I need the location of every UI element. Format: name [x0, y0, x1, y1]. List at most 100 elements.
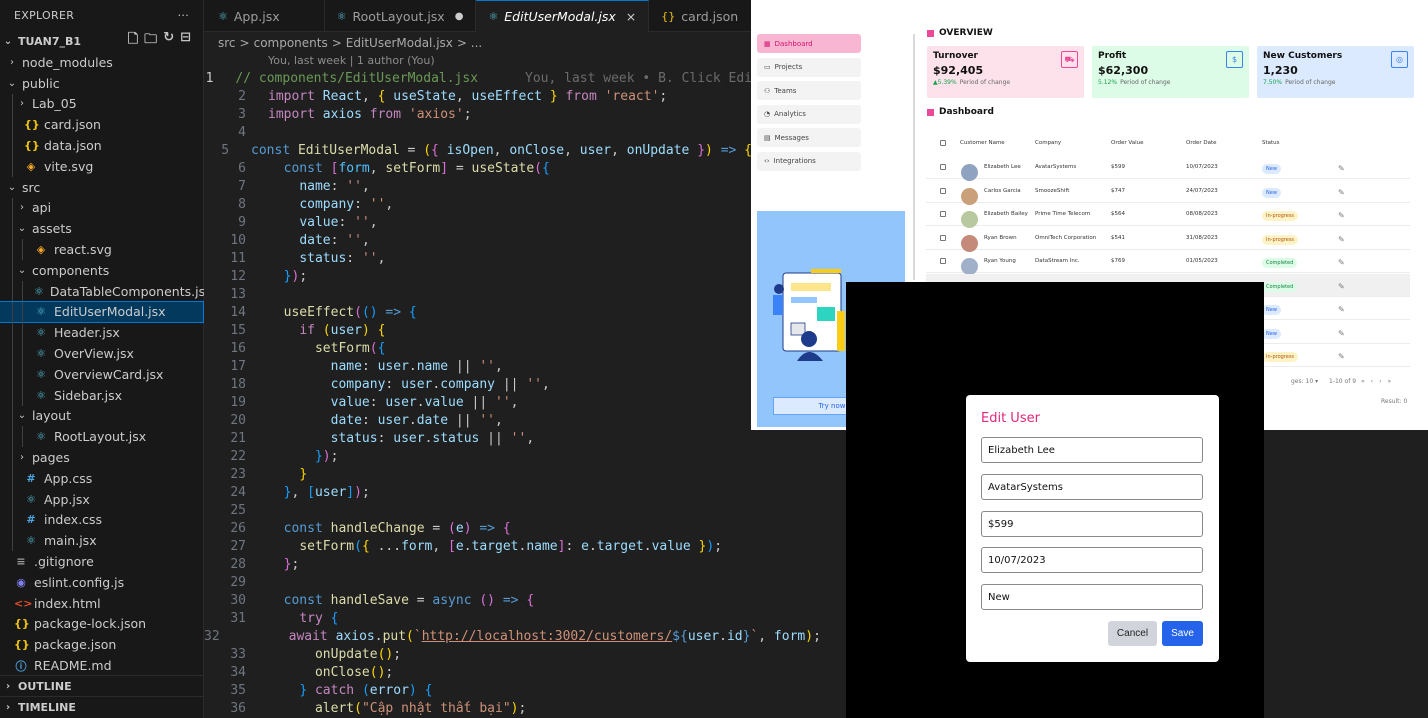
project-folder[interactable]: ⌄ TUAN7_B1 🗋 🗀 ↻ ⊟ — [0, 30, 203, 52]
tree-item[interactable]: › node_modules — [0, 52, 203, 73]
user-icon[interactable]: ◎ — [1391, 51, 1408, 68]
date-input[interactable]: 10/07/2023 — [981, 547, 1203, 573]
edit-pencil-icon[interactable]: ✎ — [1338, 235, 1345, 244]
tree-item[interactable]: ⚛ RootLayout.jsx — [0, 426, 203, 448]
new-folder-icon[interactable]: 🗀 — [144, 30, 157, 52]
breadcrumb-item[interactable]: EditUserModal.jsx — [346, 36, 453, 50]
tree-item[interactable]: ⓘ README.md — [0, 655, 203, 676]
select-all-checkbox[interactable] — [940, 140, 946, 146]
tree-item[interactable]: ⚛ OverView.jsx — [0, 343, 203, 364]
table-row[interactable]: Elizabeth Lee AvatarSystems $599 10/07/2023… — [926, 156, 1410, 181]
edit-pencil-icon[interactable]: ✎ — [1338, 188, 1345, 197]
dollar-icon[interactable]: $ — [1226, 51, 1243, 68]
rows-per-page[interactable]: ges: 10 ▾ — [1291, 378, 1318, 385]
cancel-button[interactable]: Cancel — [1108, 621, 1157, 646]
result-count: Result: 0 — [1381, 398, 1408, 405]
codelens-blame[interactable]: You, last week | 1 author (You) — [204, 54, 752, 70]
editor-tab[interactable]: ⚛ RootLayout.jsx ● — [325, 0, 477, 32]
code-area[interactable]: 1// components/EditUserModal.jsx You, la… — [204, 70, 821, 718]
more-actions-icon[interactable]: ··· — [178, 9, 189, 22]
value-input[interactable]: $599 — [981, 511, 1203, 537]
tree-item[interactable]: ⌄ src — [0, 177, 203, 198]
table-row[interactable]: Elizabeth Bailey Prime Time Telecom $564 08… — [926, 203, 1410, 228]
breadcrumb-item[interactable]: components — [254, 36, 328, 50]
status-input[interactable]: New — [981, 584, 1203, 610]
edit-pencil-icon[interactable]: ✎ — [1338, 211, 1345, 220]
pagination-arrows-icon[interactable]: «‹›» — [1361, 378, 1397, 385]
edit-pencil-icon[interactable]: ✎ — [1338, 329, 1345, 338]
tree-item[interactable]: › Lab_05 — [0, 93, 203, 115]
tree-item[interactable]: ⚛ App.jsx — [0, 488, 203, 510]
editor-tabs: ⚛ App.jsx ⚛ RootLayout.jsx ● ⚛ EditUserModal.j… — [204, 0, 784, 32]
tree-item[interactable]: ◉ eslint.config.js — [0, 572, 203, 593]
row-checkbox[interactable] — [940, 234, 946, 241]
react-file-icon: ⚛ — [36, 367, 46, 381]
refresh-icon[interactable]: ↻ — [163, 30, 174, 52]
table-row[interactable]: Ryan Young DataStream Inc. $769 01/05/2023 C… — [926, 250, 1410, 275]
tree-item[interactable]: ⌄ assets — [0, 218, 203, 240]
col-company[interactable]: Company — [1035, 140, 1061, 146]
tree-item[interactable]: › pages — [0, 447, 203, 468]
col-order-date[interactable]: Order Date — [1186, 140, 1217, 146]
edit-pencil-icon[interactable]: ✎ — [1338, 352, 1345, 361]
modified-dot-icon[interactable]: ● — [455, 11, 464, 22]
nav-item[interactable]: ‹› Integrations — [757, 151, 861, 171]
row-checkbox[interactable] — [940, 164, 946, 170]
edit-pencil-icon[interactable]: ✎ — [1338, 282, 1345, 291]
cart-icon[interactable]: ⛟ — [1061, 51, 1078, 68]
new-file-icon[interactable]: 🗋 — [128, 30, 138, 52]
collapse-all-icon[interactable]: ⊟ — [180, 30, 191, 52]
table-row[interactable]: Ryan Brown OmniTech Corporation $541 31/08/… — [926, 227, 1410, 252]
tree-item[interactable]: # App.css — [0, 467, 203, 489]
col-customer[interactable]: Customer Name — [960, 140, 1005, 146]
chevron-right-icon: › — [20, 98, 24, 110]
tree-item[interactable]: ◈ vite.svg — [0, 155, 203, 177]
edit-pencil-icon[interactable]: ✎ — [1338, 305, 1345, 314]
tree-item[interactable]: ⚛ main.jsx — [0, 530, 203, 552]
close-icon[interactable]: × — [626, 9, 636, 24]
tree-item[interactable]: ⌄ public — [0, 73, 203, 94]
tree-item[interactable]: {} data.json — [0, 135, 203, 156]
col-status[interactable]: Status — [1262, 140, 1280, 146]
edit-pencil-icon[interactable]: ✎ — [1338, 258, 1345, 267]
tree-item[interactable]: ⚛ OverviewCard.jsx — [0, 363, 203, 385]
edit-pencil-icon[interactable]: ✎ — [1338, 164, 1345, 173]
row-checkbox[interactable] — [940, 258, 946, 264]
tree-item[interactable]: {} package.json — [0, 634, 203, 655]
col-order-value[interactable]: Order Value — [1111, 140, 1143, 146]
table-row[interactable]: Carlos Garcia SmoozeShift $747 24/07/2023 Ne… — [926, 180, 1410, 205]
save-button[interactable]: Save — [1162, 621, 1203, 646]
outline-section[interactable]: › OUTLINE — [0, 675, 204, 697]
tree-item[interactable]: ⚛ Header.jsx — [0, 322, 203, 344]
editor-tab[interactable]: ⚛ EditUserModal.jsx × — [476, 0, 650, 32]
timeline-section[interactable]: › TIMELINE — [0, 696, 204, 718]
tree-item[interactable]: {} package-lock.json — [0, 614, 203, 635]
tree-item[interactable]: ⚛ DataTableComponents.jsx — [0, 280, 213, 302]
name-input[interactable]: Elizabeth Lee — [981, 437, 1203, 463]
css-file-icon: # — [26, 471, 36, 485]
row-checkbox[interactable] — [940, 211, 946, 217]
company-input[interactable]: AvatarSystems — [981, 474, 1203, 500]
modal-backdrop[interactable]: Edit User Elizabeth Lee AvatarSystems $5… — [846, 282, 1264, 718]
tree-item-label: App.css — [44, 470, 93, 486]
tree-item[interactable]: ◈ react.svg — [0, 239, 203, 260]
nav-item[interactable]: ⚇ Teams — [757, 81, 861, 100]
tree-item[interactable]: ⌄ layout — [0, 405, 203, 427]
nav-item[interactable]: ▤ Messages — [757, 128, 861, 147]
nav-item[interactable]: ▦ Dashboard — [757, 34, 861, 53]
react-file-icon: ⚛ — [36, 388, 46, 402]
tree-item[interactable]: ⚛ EditUserModal.jsx — [0, 300, 204, 324]
tree-item[interactable]: ⚛ Sidebar.jsx — [0, 384, 203, 406]
breadcrumb-item[interactable]: src — [218, 36, 236, 50]
nav-item[interactable]: ▭ Projects — [757, 57, 861, 77]
tree-item[interactable]: ⌄ components — [0, 259, 203, 281]
nav-item[interactable]: ◔ Analytics — [757, 104, 861, 124]
tree-item[interactable]: <> index.html — [0, 593, 203, 614]
tree-item[interactable]: {} card.json — [0, 114, 203, 136]
tree-item[interactable]: ≡ .gitignore — [0, 551, 203, 572]
tree-item[interactable]: › api — [0, 197, 203, 219]
tree-item[interactable]: # index.css — [0, 509, 203, 531]
row-checkbox[interactable] — [940, 187, 946, 194]
editor-tab[interactable]: ⚛ App.jsx — [204, 0, 325, 32]
breadcrumb-item[interactable]: > ... — [457, 36, 482, 50]
